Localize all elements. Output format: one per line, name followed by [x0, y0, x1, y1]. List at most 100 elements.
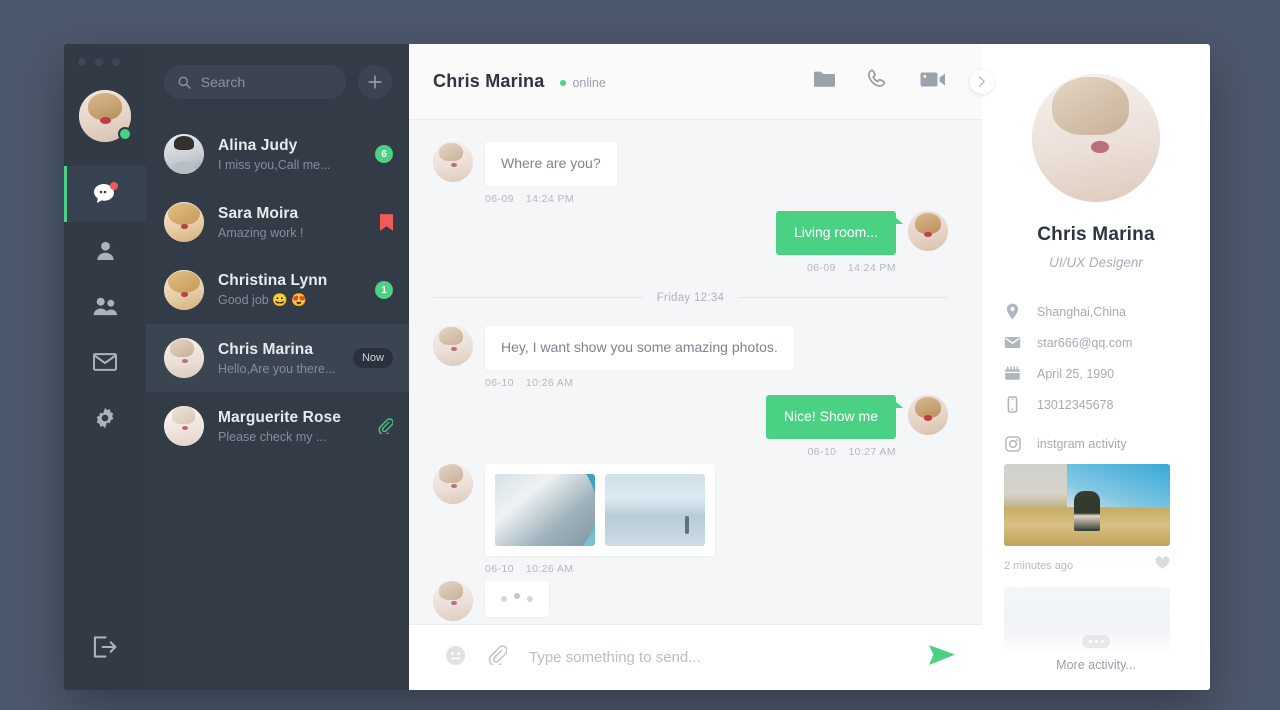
logout-icon — [93, 636, 117, 658]
icon-rail — [64, 44, 146, 690]
dot — [1094, 640, 1098, 643]
avatar-art — [908, 394, 948, 435]
avatar-art — [908, 210, 948, 251]
message-bubble[interactable]: Living room... — [775, 210, 904, 255]
search-input[interactable] — [200, 74, 332, 90]
window-maximize-dot[interactable] — [112, 58, 120, 66]
message-avatar — [433, 325, 473, 366]
conversation-texts: Marguerite Rose Please check my ... — [218, 409, 364, 444]
message-column: 06-10 10:26 AM — [485, 463, 715, 575]
chat-title: Chris Marina — [433, 71, 545, 91]
attach-button[interactable] — [488, 645, 508, 670]
sidebar-item-contacts[interactable] — [64, 222, 146, 278]
instagram-icon-wrap — [1004, 436, 1021, 452]
emoji-button[interactable] — [445, 645, 466, 671]
send-button[interactable] — [928, 644, 956, 671]
message-avatar — [908, 394, 948, 435]
conversation-texts: Christina Lynn Good job 😀 😍 — [218, 272, 361, 308]
phone-icon — [867, 68, 886, 87]
gear-icon — [96, 407, 114, 429]
unread-badge: 6 — [375, 145, 393, 163]
chat-status-label: online — [572, 76, 606, 90]
sidebar-item-chats[interactable] — [64, 166, 146, 222]
message-column: Nice! Show me 06-10 10:27 AM — [765, 394, 904, 458]
conversation-meta: 6 — [375, 145, 393, 163]
conversation-preview: Amazing work ! — [218, 225, 304, 240]
typing-indicator — [485, 580, 549, 617]
conversation-texts: Sara Moira Amazing work ! — [218, 205, 366, 240]
avatar — [164, 202, 204, 242]
message-row: Living room... 06-09 14:24 PM — [433, 210, 948, 274]
message-time: 10:26 AM — [525, 562, 574, 575]
message-row: Hey, I want show you some amazing photos… — [433, 325, 948, 389]
divider-line — [433, 297, 643, 299]
conversation-item[interactable]: Marguerite Rose Please check my ... — [146, 392, 409, 460]
message-bubble[interactable]: Hey, I want show you some amazing photos… — [485, 325, 794, 370]
profile-detail-value: 13012345678 — [1037, 397, 1114, 412]
location-pin-icon — [1004, 303, 1021, 320]
message-timestamp: 06-09 14:24 PM — [485, 193, 617, 205]
building-photo[interactable] — [495, 473, 595, 546]
more-activity[interactable]: More activity... — [982, 625, 1210, 690]
profile-detail-row: April 25, 1990 — [1004, 358, 1188, 389]
message-date: 06-09 — [485, 192, 514, 205]
conversation-texts: Chris Marina Hello,Are you there... — [218, 341, 339, 376]
instagram-activity-header: instgram activity — [1004, 436, 1188, 452]
sidebar-item-settings[interactable] — [64, 390, 146, 446]
message-input[interactable] — [529, 649, 906, 666]
ellipsis-icon[interactable] — [1082, 635, 1110, 648]
conversation-panel: Alina Judy I miss you,Call me... 6 Sara Moi… — [146, 44, 409, 690]
profile-details: Shanghai,China star666@qq.com April 25, 19… — [1004, 296, 1188, 420]
message-time: 10:26 AM — [525, 376, 574, 389]
typing-dot — [501, 595, 507, 602]
message-column: Living room... 06-09 14:24 PM — [775, 210, 904, 274]
instagram-post-image[interactable] — [1004, 464, 1170, 546]
folder-button[interactable] — [813, 70, 835, 93]
video-call-button[interactable] — [920, 71, 946, 93]
conversation-name: Sara Moira — [218, 204, 299, 222]
message-date: 06-10 — [485, 562, 514, 575]
message-avatar — [433, 580, 473, 621]
calendar-icon — [1004, 365, 1021, 382]
message-bubble[interactable]: Nice! Show me — [765, 394, 904, 439]
online-dot-icon — [560, 80, 567, 86]
window-minimize-dot[interactable] — [95, 58, 103, 66]
now-badge: Now — [352, 348, 393, 368]
call-button[interactable] — [867, 68, 888, 95]
mobile-phone-icon — [1004, 396, 1021, 413]
expand-panel-button[interactable] — [970, 69, 994, 94]
like-button[interactable] — [1155, 556, 1170, 575]
unread-indicator-dot — [110, 182, 118, 190]
window-controls[interactable] — [78, 58, 120, 66]
seascape-photo[interactable] — [605, 473, 705, 546]
conversation-item[interactable]: Sara Moira Amazing work ! — [146, 188, 409, 256]
profile-role: UI/UX Desigenr — [1049, 255, 1143, 270]
avatar-art — [164, 338, 204, 378]
conversation-preview: Good job 😀 😍 — [218, 293, 307, 307]
search-box[interactable] — [164, 65, 346, 99]
conversation-preview: Hello,Are you there... — [218, 361, 336, 376]
app-window: Alina Judy I miss you,Call me... 6 Sara Moi… — [64, 44, 1210, 690]
avatar-art — [164, 270, 204, 310]
message-timestamp: 06-10 10:26 AM — [485, 377, 794, 389]
envelope-icon — [1004, 334, 1021, 351]
instagram-icon — [1004, 436, 1021, 452]
sidebar-item-mail[interactable] — [64, 334, 146, 390]
new-chat-button[interactable] — [358, 65, 392, 99]
sidebar-item-groups[interactable] — [64, 278, 146, 334]
conversation-item[interactable]: Alina Judy I miss you,Call me... 6 — [146, 120, 409, 188]
message-avatar — [433, 463, 473, 504]
window-close-dot[interactable] — [78, 58, 86, 66]
message-avatar — [433, 142, 473, 182]
conversation-item[interactable]: Christina Lynn Good job 😀 😍 1 — [146, 256, 409, 324]
current-user-avatar[interactable] — [79, 90, 132, 142]
paperclip-icon[interactable] — [378, 418, 393, 434]
conversation-item[interactable]: Chris Marina Hello,Are you there... Now — [146, 324, 409, 392]
bookmark-flag-icon[interactable] — [380, 213, 393, 231]
sidebar-item-logout[interactable] — [64, 636, 146, 658]
conversation-texts: Alina Judy I miss you,Call me... — [218, 137, 361, 172]
conversation-name: Marguerite Rose — [218, 408, 341, 426]
message-time: 14:24 PM — [525, 192, 575, 205]
profile-detail-value: Shanghai,China — [1037, 304, 1126, 319]
message-bubble[interactable]: Where are you? — [485, 142, 617, 186]
